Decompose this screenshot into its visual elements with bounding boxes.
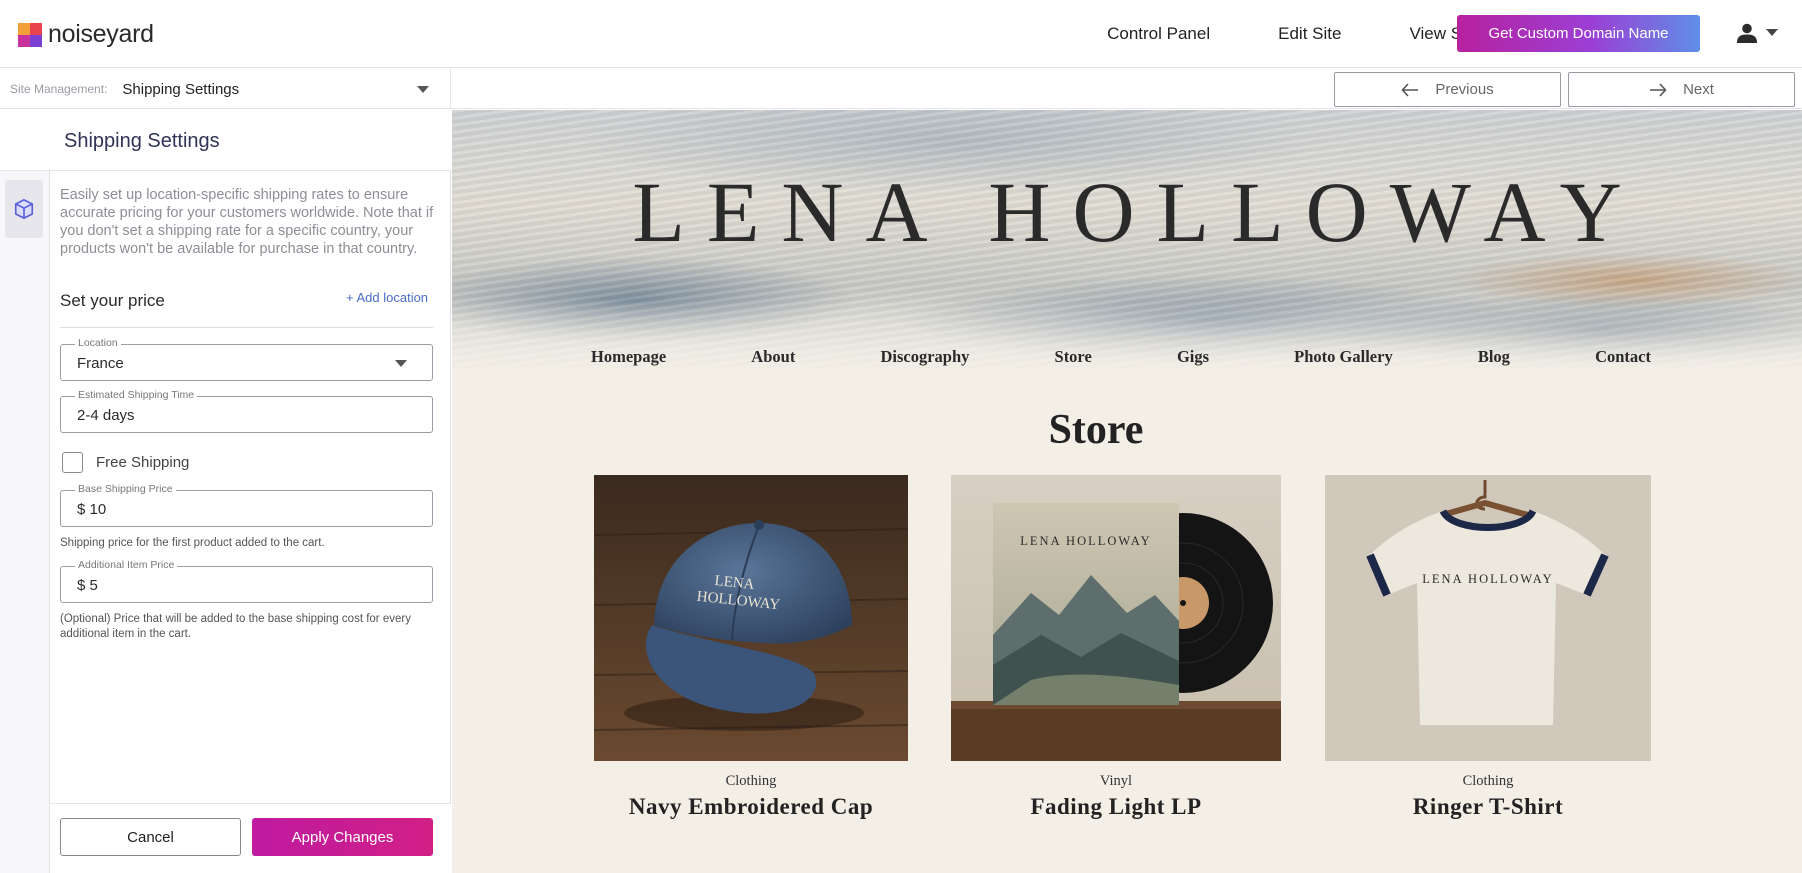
site-nav-about[interactable]: About bbox=[751, 347, 795, 367]
site-nav-gigs[interactable]: Gigs bbox=[1177, 347, 1209, 367]
previous-button[interactable]: Previous bbox=[1334, 72, 1561, 107]
shipping-time-label: Estimated Shipping Time bbox=[75, 389, 198, 401]
apply-changes-button[interactable]: Apply Changes bbox=[252, 818, 433, 856]
divider bbox=[60, 327, 433, 328]
site-title: LENA HOLLOWAY bbox=[632, 164, 1644, 260]
site-nav-contact[interactable]: Contact bbox=[1595, 347, 1651, 367]
control-panel-link[interactable]: Control Panel bbox=[1107, 24, 1210, 44]
location-select[interactable]: Location France bbox=[60, 337, 433, 381]
additional-item-price-label: Additional Item Price bbox=[75, 559, 178, 571]
site-nav-photo-gallery[interactable]: Photo Gallery bbox=[1294, 347, 1393, 367]
shipping-time-field[interactable]: Estimated Shipping Time 2-4 days bbox=[60, 389, 433, 433]
brand-name: noiseyard bbox=[48, 20, 154, 48]
package-icon bbox=[14, 198, 34, 220]
location-label: Location bbox=[75, 337, 121, 349]
site-nav: Homepage About Discography Store Gigs Ph… bbox=[591, 347, 1651, 367]
free-shipping-checkbox[interactable] bbox=[62, 452, 83, 473]
site-nav-store[interactable]: Store bbox=[1055, 347, 1092, 367]
add-location-link[interactable]: + Add location bbox=[346, 290, 428, 305]
set-price-heading: Set your price bbox=[60, 291, 165, 310]
logo[interactable]: noiseyard bbox=[18, 20, 154, 49]
base-shipping-price-label: Base Shipping Price bbox=[75, 483, 176, 495]
chevron-down-icon bbox=[1766, 29, 1778, 36]
base-shipping-price-field[interactable]: Base Shipping Price $ 10 bbox=[60, 483, 433, 527]
next-label: Next bbox=[1683, 81, 1714, 98]
shirt-print: LENA HOLLOWAY bbox=[1422, 572, 1553, 586]
product-image: LENA HOLLOWAY bbox=[1325, 475, 1651, 761]
chevron-down-icon bbox=[417, 86, 429, 93]
top-bar: noiseyard Control Panel Edit Site View S… bbox=[0, 0, 1802, 68]
arrow-left-icon bbox=[1401, 82, 1419, 97]
product-category: Vinyl bbox=[1099, 773, 1133, 789]
base-shipping-price-value: $ 10 bbox=[77, 501, 107, 518]
next-button[interactable]: Next bbox=[1568, 72, 1795, 107]
site-management-label: Site Management: bbox=[10, 82, 108, 96]
edit-site-link[interactable]: Edit Site bbox=[1278, 24, 1341, 44]
logo-icon bbox=[18, 22, 42, 47]
panel-description: Easily set up location-specific shipping… bbox=[60, 187, 434, 257]
product-name[interactable]: Fading Light LP bbox=[951, 794, 1281, 820]
base-price-helper: Shipping price for the first product add… bbox=[60, 537, 325, 549]
rail-active-item[interactable] bbox=[5, 180, 43, 238]
arrow-right-icon bbox=[1650, 82, 1667, 97]
previous-label: Previous bbox=[1435, 81, 1494, 98]
top-nav: Control Panel Edit Site View Site bbox=[1107, 24, 1480, 44]
free-shipping-label: Free Shipping bbox=[96, 454, 190, 471]
additional-item-price-field[interactable]: Additional Item Price $ 5 bbox=[60, 559, 433, 603]
hero-banner: LENA HOLLOWAY bbox=[452, 110, 1802, 380]
lp-cover-print: LENA HOLLOWAY bbox=[1020, 534, 1151, 548]
site-nav-homepage[interactable]: Homepage bbox=[591, 347, 666, 367]
panel-title: Shipping Settings bbox=[64, 130, 220, 152]
side-rail bbox=[0, 110, 50, 873]
panel-footer: Cancel Apply Changes bbox=[50, 803, 451, 873]
site-management-value: Shipping Settings bbox=[122, 80, 240, 98]
location-value: France bbox=[77, 355, 124, 372]
site-management-select[interactable]: Site Management: Shipping Settings bbox=[0, 69, 451, 109]
user-icon bbox=[1737, 23, 1757, 43]
product-name[interactable]: Navy Embroidered Cap bbox=[594, 794, 908, 820]
shipping-time-value: 2-4 days bbox=[77, 407, 135, 424]
product-image: LENA HOLLOWAY bbox=[951, 475, 1281, 761]
site-nav-blog[interactable]: Blog bbox=[1478, 347, 1510, 367]
store-heading: Store bbox=[1048, 407, 1144, 453]
product-category: Clothing bbox=[725, 773, 777, 789]
shipping-settings-panel: Shipping Settings Easily set up location… bbox=[0, 110, 451, 873]
get-custom-domain-button[interactable]: Get Custom Domain Name bbox=[1457, 15, 1700, 52]
site-nav-discography[interactable]: Discography bbox=[880, 347, 969, 367]
additional-price-helper: (Optional) Price that will be added to t… bbox=[60, 613, 411, 640]
product-category: Clothing bbox=[1462, 773, 1514, 789]
product-image: LENA HOLLOWAY bbox=[594, 475, 908, 761]
free-shipping-row: Free Shipping bbox=[62, 452, 189, 473]
user-menu[interactable] bbox=[1736, 22, 1778, 44]
chevron-down-icon bbox=[395, 360, 407, 367]
sub-bar: Site Management: Shipping Settings Previ… bbox=[0, 69, 1802, 109]
product-name[interactable]: Ringer T-Shirt bbox=[1325, 794, 1651, 820]
cancel-button[interactable]: Cancel bbox=[60, 818, 241, 856]
additional-item-price-value: $ 5 bbox=[77, 577, 98, 594]
site-preview: LENA HOLLOWAY Homepage About Discography… bbox=[452, 110, 1802, 873]
panel-header: Shipping Settings bbox=[0, 110, 451, 171]
